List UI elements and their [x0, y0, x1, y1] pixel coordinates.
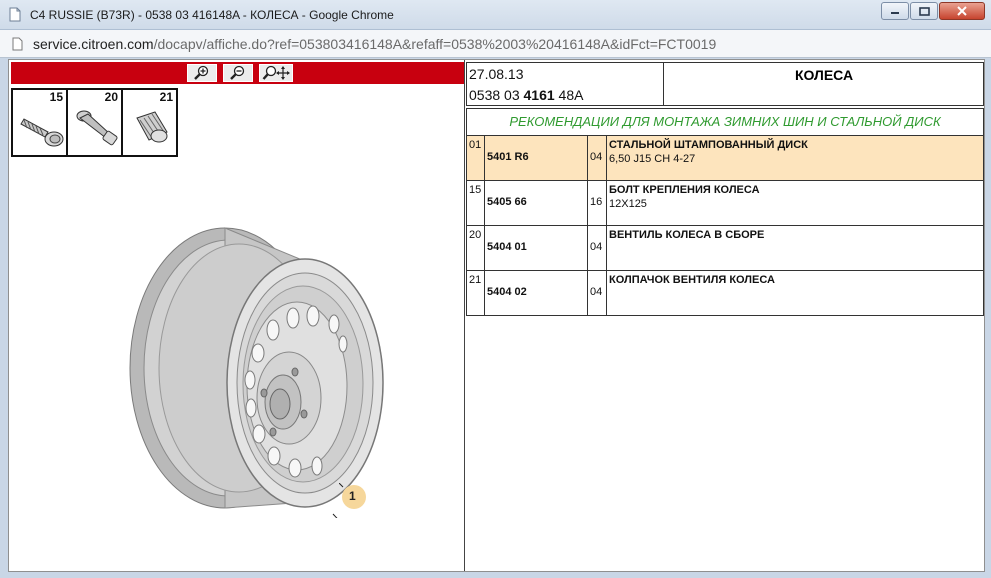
- part-ref: 5405 66: [485, 181, 588, 225]
- window-title: C4 RUSSIE (B73R) - 0538 03 416148A - КОЛ…: [30, 8, 394, 22]
- url-host: service.citroen.com: [33, 36, 154, 52]
- table-row[interactable]: 20 5404 01 04 ВЕНТИЛЬ КОЛЕСА В СБОРЕ: [466, 226, 984, 271]
- illustration-pane: 15 20 21 1: [9, 60, 465, 571]
- valve-icon: [76, 110, 118, 146]
- part-description-cell: ВЕНТИЛЬ КОЛЕСА В СБОРЕ: [607, 226, 983, 270]
- part-index: 15: [467, 181, 485, 225]
- zoom-out-button[interactable]: [223, 64, 253, 82]
- part-thumbnails: 15 20 21: [11, 88, 178, 157]
- url-path: /docapv/affiche.do?ref=053803416148A&ref…: [153, 36, 717, 52]
- part-description-cell: КОЛПАЧОК ВЕНТИЛЯ КОЛЕСА: [607, 271, 983, 315]
- document-icon: [9, 7, 21, 22]
- table-row[interactable]: 21 5404 02 04 КОЛПАЧОК ВЕНТИЛЯ КОЛЕСА: [466, 271, 984, 316]
- parts-table: 01 5401 R6 04 СТАЛЬНОЙ ШТАМПОВАННЫЙ ДИСК…: [466, 136, 984, 316]
- part-description: БОЛТ КРЕПЛЕНИЯ КОЛЕСА: [609, 184, 760, 196]
- part-qty: 04: [588, 271, 607, 315]
- thumbnail-number: 15: [49, 90, 63, 104]
- maximize-button[interactable]: [910, 2, 938, 20]
- thumbnail-15[interactable]: 15: [11, 88, 68, 157]
- thumbnail-number: 21: [159, 90, 173, 104]
- window-titlebar: C4 RUSSIE (B73R) - 0538 03 416148A - КОЛ…: [0, 0, 991, 30]
- window-controls: [880, 2, 985, 20]
- thumbnail-20[interactable]: 20: [66, 88, 123, 157]
- part-qty: 16: [588, 181, 607, 225]
- part-ref: 5404 01: [485, 226, 588, 270]
- zoom-toolbar: [11, 62, 464, 84]
- catalog-reference: 0538 03 4161 48A: [469, 87, 583, 103]
- wheel-bolt-icon: [20, 118, 64, 147]
- ref-suffix: 48A: [558, 87, 584, 103]
- minimize-icon: [891, 12, 899, 14]
- table-row[interactable]: 01 5401 R6 04 СТАЛЬНОЙ ШТАМПОВАННЫЙ ДИСК…: [466, 136, 984, 181]
- address-bar[interactable]: service.citroen.com/docapv/affiche.do?re…: [0, 30, 991, 58]
- part-description: СТАЛЬНОЙ ШТАМПОВАННЫЙ ДИСК: [609, 139, 808, 151]
- zoom-out-icon: [230, 65, 245, 80]
- page-icon: [12, 37, 23, 51]
- part-description: ВЕНТИЛЬ КОЛЕСА В СБОРЕ: [609, 229, 765, 241]
- part-description-cell: СТАЛЬНОЙ ШТАМПОВАННЫЙ ДИСК 6,50 J15 CH 4…: [607, 136, 983, 180]
- valve-cap-icon: [136, 111, 168, 143]
- part-spec: 12X125: [609, 198, 647, 210]
- part-index: 20: [467, 226, 485, 270]
- header-info: 27.08.13 0538 03 4161 48A: [467, 63, 664, 105]
- catalog-date: 27.08.13: [469, 66, 524, 82]
- zoom-pan-button[interactable]: [259, 64, 293, 82]
- thumbnail-21[interactable]: 21: [121, 88, 178, 157]
- part-spec: 6,50 J15 CH 4-27: [609, 153, 696, 165]
- parts-pane: 27.08.13 0538 03 4161 48A КОЛЕСА РЕКОМЕН…: [466, 60, 984, 571]
- zoom-pan-icon: [262, 65, 290, 80]
- ref-prefix: 0538 03: [469, 87, 520, 103]
- part-ref: 5404 02: [485, 271, 588, 315]
- section-title: КОЛЕСА: [794, 67, 854, 83]
- steel-wheel-illustration: [129, 227, 384, 518]
- recommendation-link[interactable]: РЕКОМЕНДАЦИИ ДЛЯ МОНТАЖА ЗИМНИХ ШИН И СТ…: [466, 108, 984, 136]
- thumbnail-number: 20: [104, 90, 118, 104]
- part-description: КОЛПАЧОК ВЕНТИЛЯ КОЛЕСА: [609, 274, 775, 286]
- close-button[interactable]: [939, 2, 985, 20]
- part-qty: 04: [588, 136, 607, 180]
- part-ref: 5401 R6: [485, 136, 588, 180]
- parts-header: 27.08.13 0538 03 4161 48A КОЛЕСА: [466, 62, 984, 106]
- url-text[interactable]: service.citroen.com/docapv/affiche.do?re…: [33, 36, 716, 52]
- callout-number: 1: [349, 489, 356, 503]
- maximize-icon: [918, 6, 930, 16]
- table-row[interactable]: 15 5405 66 16 БОЛТ КРЕПЛЕНИЯ КОЛЕСА 12X1…: [466, 181, 984, 226]
- close-icon: [957, 6, 967, 16]
- part-description-cell: БОЛТ КРЕПЛЕНИЯ КОЛЕСА 12X125: [607, 181, 983, 225]
- zoom-in-button[interactable]: [187, 64, 217, 82]
- part-qty: 04: [588, 226, 607, 270]
- part-index: 01: [467, 136, 485, 180]
- page-content: 15 20 21 1 27.08.13 0538 03 4161 48A КОЛ…: [8, 59, 985, 572]
- ref-bold: 4161: [523, 87, 555, 103]
- part-index: 21: [467, 271, 485, 315]
- zoom-in-icon: [194, 65, 209, 80]
- minimize-button[interactable]: [881, 2, 909, 20]
